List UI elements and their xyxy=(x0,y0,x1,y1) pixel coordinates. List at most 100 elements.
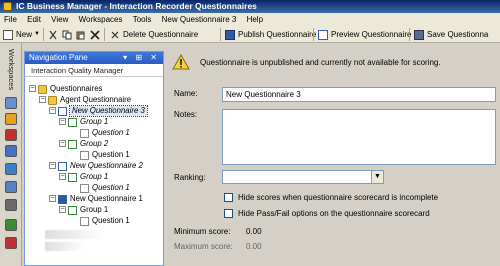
tree-expander[interactable]: − xyxy=(59,140,66,147)
ranking-select[interactable]: ▼ xyxy=(222,170,384,184)
tree-node-new-questionnaire-1[interactable]: New Questionnaire 1 xyxy=(58,194,143,204)
tree-expander[interactable]: − xyxy=(59,173,66,180)
tree-node-new-questionnaire-3[interactable]: New Questionnaire 3 xyxy=(58,105,148,117)
preview-icon xyxy=(318,29,328,40)
save-icon xyxy=(414,29,424,40)
tree-node-group-1[interactable]: Group 1 xyxy=(68,117,108,127)
publish-questionnaire-label: Publish Questionnaire xyxy=(238,30,317,39)
workspaces-bar: Workspaces xyxy=(0,43,22,266)
maximum-score-value: 0.00 xyxy=(246,242,262,251)
status-message: Questionnaire is unpublished and current… xyxy=(200,57,441,67)
pane-controls[interactable]: ▾ ⊞ ✕ xyxy=(123,52,160,64)
tree-label: Group 2 xyxy=(80,139,109,148)
tree-expander[interactable]: − xyxy=(59,118,66,125)
group-icon xyxy=(68,139,77,149)
tree-expander[interactable]: − xyxy=(49,195,56,202)
question-icon xyxy=(80,150,89,160)
preview-questionnaire-label: Preview Questionnaire xyxy=(331,30,412,39)
tree-expander[interactable]: − xyxy=(49,107,56,114)
copy-icon xyxy=(62,30,72,39)
tree-node-questionnaires[interactable]: Questionnaires xyxy=(38,84,102,94)
menu-edit[interactable]: Edit xyxy=(23,13,45,26)
tree-label: Question 1 xyxy=(92,216,130,225)
workspace-icon-4[interactable] xyxy=(5,145,17,157)
tree-label: Question 1 xyxy=(92,150,130,159)
menu-new-questionnaire-3[interactable]: New Questionnaire 3 xyxy=(158,13,241,26)
workspace-icon-8[interactable] xyxy=(5,219,17,231)
tree-expander[interactable]: − xyxy=(29,85,36,92)
tree-node-group-2[interactable]: Group 2 xyxy=(68,139,108,149)
tree-node-question-1[interactable]: Question 1 xyxy=(80,183,130,193)
cut-button[interactable] xyxy=(48,28,61,41)
tree-node-question-1[interactable]: Question 1 xyxy=(80,216,130,226)
menu-bar: File Edit View Workspaces Tools New Ques… xyxy=(0,13,500,26)
tree-node-group-1[interactable]: Group 1 xyxy=(68,172,108,182)
delete-questionnaire-button[interactable]: Delete Questionnaire xyxy=(110,28,198,41)
close-icon xyxy=(90,29,100,40)
tree-expander[interactable]: − xyxy=(59,206,66,213)
menu-view[interactable]: View xyxy=(47,13,72,26)
toolbar-separator xyxy=(409,28,410,41)
menu-file[interactable]: File xyxy=(0,13,21,26)
workspace-icon-5[interactable] xyxy=(5,163,17,175)
menu-workspaces[interactable]: Workspaces xyxy=(75,13,127,26)
tree-node-agent-questionnaire[interactable]: Agent Questionnaire xyxy=(48,95,131,105)
hide-passfail-checkbox[interactable] xyxy=(224,209,233,218)
tree-node-new-questionnaire-2[interactable]: New Questionnaire 2 xyxy=(58,161,143,171)
question-icon xyxy=(80,183,89,193)
notes-field[interactable] xyxy=(222,109,496,165)
tree-expander[interactable]: − xyxy=(39,96,46,103)
tree-label: Group 1 xyxy=(80,172,109,181)
maximum-score-label: Maximum score: xyxy=(174,242,233,251)
preview-questionnaire-button[interactable]: Preview Questionnaire xyxy=(318,28,411,41)
tree-label: Question 1 xyxy=(92,183,130,192)
toolbar-separator xyxy=(43,28,44,41)
notes-label: Notes: xyxy=(174,110,198,119)
paste-icon xyxy=(76,31,85,39)
workspace-icon-1[interactable] xyxy=(5,97,17,109)
tree-node-group-1[interactable]: Group 1 xyxy=(68,205,108,215)
hide-scores-label: Hide scores when questionnaire scorecard… xyxy=(238,193,439,202)
menu-help[interactable]: Help xyxy=(243,13,267,26)
tree-node-question-1[interactable]: Question 1 xyxy=(80,150,130,160)
delete-x-button[interactable] xyxy=(90,28,103,41)
tree-expander[interactable]: − xyxy=(49,162,56,169)
questionnaire-icon xyxy=(58,161,67,171)
blurred-tree-item xyxy=(45,230,105,239)
paste-button[interactable] xyxy=(76,28,89,41)
new-icon xyxy=(3,29,13,40)
chevron-down-icon[interactable]: ▼ xyxy=(371,171,383,183)
blurred-tree-item xyxy=(45,242,85,251)
save-questionnaire-label: Save Questionna xyxy=(427,30,489,39)
delete-questionnaire-label: Delete Questionnaire xyxy=(123,30,199,39)
tree-label: Questionnaires xyxy=(50,84,103,93)
hide-scores-checkbox[interactable] xyxy=(224,193,233,202)
tree-node-question-1[interactable]: Question 1 xyxy=(80,128,130,138)
questionnaire-icon xyxy=(58,194,67,204)
window-title: IC Business Manager - Interaction Record… xyxy=(16,1,257,11)
publish-questionnaire-button[interactable]: Publish Questionnaire xyxy=(225,28,316,41)
tree-label: Question 1 xyxy=(92,128,130,137)
window-title-bar: IC Business Manager - Interaction Record… xyxy=(0,0,500,13)
menu-tools[interactable]: Tools xyxy=(129,13,156,26)
hide-passfail-label: Hide Pass/Fail options on the questionna… xyxy=(238,209,430,218)
folder-icon xyxy=(48,95,57,105)
new-button[interactable]: New ▼ xyxy=(3,28,40,41)
cut-icon xyxy=(49,30,57,39)
toolbar-separator xyxy=(104,28,105,41)
tree-label: New Questionnaire 1 xyxy=(70,194,143,203)
ranking-label: Ranking: xyxy=(174,173,206,182)
save-questionnaire-button[interactable]: Save Questionna xyxy=(414,28,488,41)
workspace-icon-3[interactable] xyxy=(5,129,17,141)
toolbar-separator xyxy=(220,28,221,41)
name-field[interactable]: New Questionnaire 3 xyxy=(222,87,496,102)
workspace-icon-9[interactable] xyxy=(5,237,17,249)
workspace-icon-6[interactable] xyxy=(5,181,17,193)
tree-label: Group 1 xyxy=(80,117,109,126)
navigation-pane: Navigation Pane ▾ ⊞ ✕ Interaction Qualit… xyxy=(24,51,164,266)
copy-button[interactable] xyxy=(62,28,75,41)
workspace-icon-2[interactable] xyxy=(5,113,17,125)
tree-label: Group 1 xyxy=(80,205,109,214)
question-icon xyxy=(80,216,89,226)
workspace-icon-7[interactable] xyxy=(5,199,17,211)
